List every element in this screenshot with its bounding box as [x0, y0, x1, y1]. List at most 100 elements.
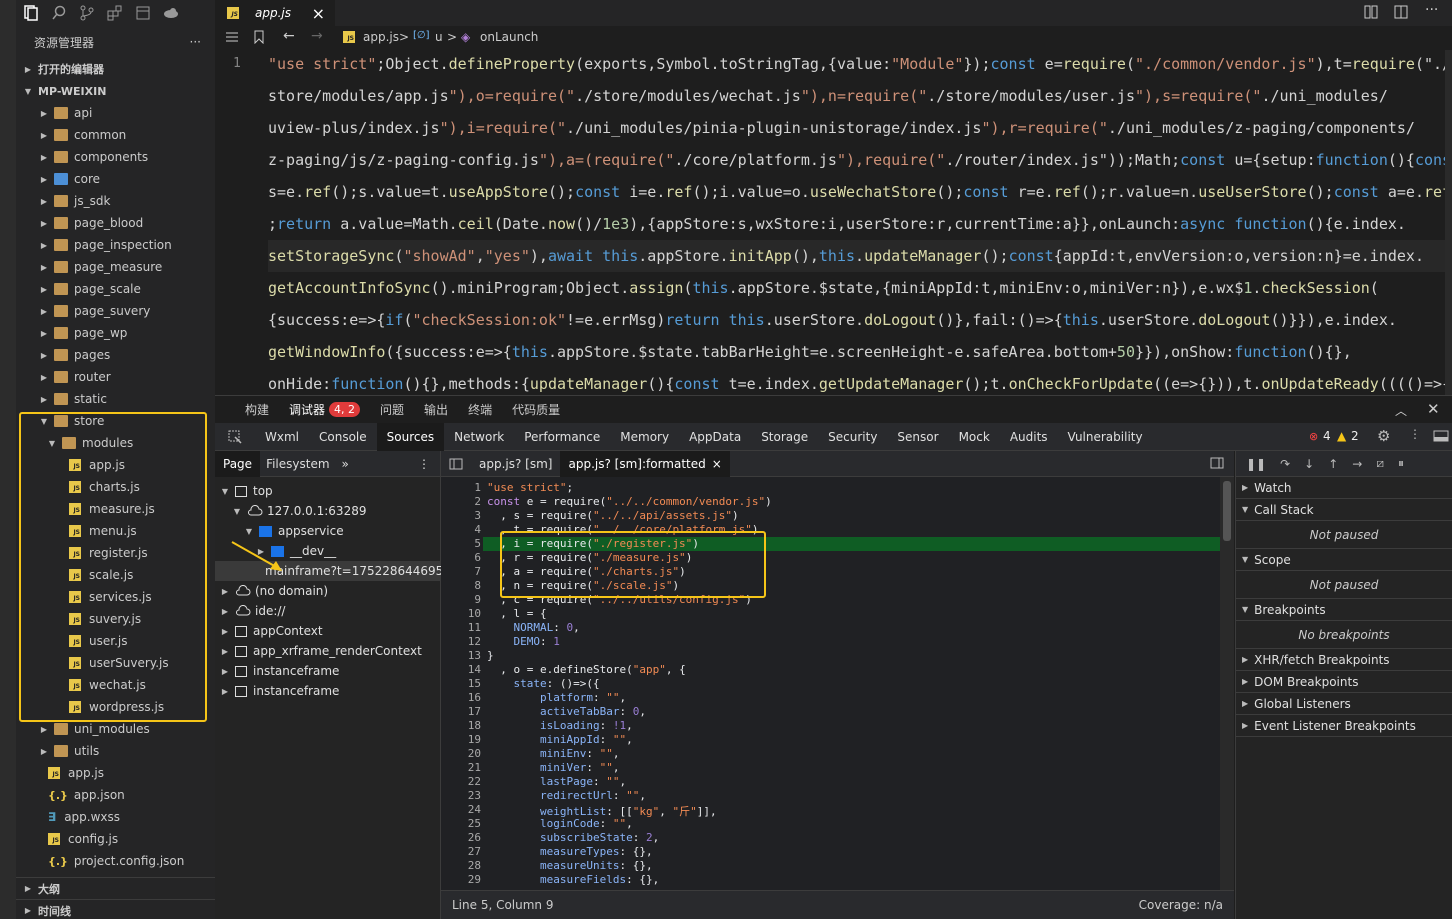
line-number[interactable]: 8 [441, 579, 481, 592]
breadcrumb-symbol-onlaunch[interactable]: onLaunch [480, 30, 538, 44]
source-tab-formatted[interactable]: app.js? [sm]:formatted × [560, 450, 730, 477]
line-number[interactable]: 7 [441, 565, 481, 578]
panel-tab-problems[interactable]: 问题 [370, 401, 414, 418]
deactivate-breakpoints-icon[interactable]: ⧄ [1376, 456, 1384, 471]
forward-arrow-icon[interactable]: → [311, 28, 323, 44]
navigator-item[interactable]: ▼ top [215, 481, 440, 501]
devtools-tab-network[interactable]: Network [444, 423, 514, 451]
line-number[interactable]: 18 [441, 719, 481, 732]
line-number[interactable]: 14 [441, 663, 481, 676]
line-number[interactable]: 15 [441, 677, 481, 690]
debugger-section-scope[interactable]: ▼ Scope [1236, 549, 1452, 571]
tree-folder-utils[interactable]: ▶ utils [16, 740, 215, 762]
inspect-element-icon[interactable] [215, 430, 255, 444]
breadcrumb-file[interactable]: app.js [363, 30, 399, 44]
line-number[interactable]: 17 [441, 705, 481, 718]
devtools-tab-memory[interactable]: Memory [610, 423, 679, 451]
tree-folder-pages[interactable]: ▶ pages [16, 344, 215, 366]
devtools-tab-vulnerability[interactable]: Vulnerability [1058, 423, 1153, 451]
line-number[interactable]: 20 [441, 747, 481, 760]
more-actions-icon[interactable]: ··· [190, 35, 201, 49]
tree-folder-page-scale[interactable]: ▶ page_scale [16, 278, 215, 300]
tree-file-app-wxss[interactable]: ∃ app.wxss [16, 806, 215, 828]
navigator-item[interactable]: ▶ app_xrframe_renderContext [215, 641, 440, 661]
more-tabs-icon[interactable]: » [336, 457, 355, 471]
tree-folder-components[interactable]: ▶ components [16, 146, 215, 168]
navigator-tab-filesystem[interactable]: Filesystem [260, 457, 335, 471]
devtools-tab-storage[interactable]: Storage [751, 423, 818, 451]
timeline-header[interactable]: ▶ 时间线 [16, 899, 215, 919]
tree-file-app-js[interactable]: JS app.js [16, 762, 215, 784]
open-editors-header[interactable]: ▶ 打开的编辑器 [16, 58, 215, 80]
more-actions-icon[interactable]: ··· [1425, 2, 1438, 18]
panel-tab-terminal[interactable]: 终端 [458, 401, 502, 418]
line-number[interactable]: 5 [441, 537, 481, 550]
panel-tab-debugger[interactable]: 调试器 4, 2 [279, 401, 370, 418]
navigator-item[interactable]: ▼ appservice [215, 521, 440, 541]
line-number[interactable]: 9 [441, 593, 481, 606]
navigator-item[interactable]: ▶ instanceframe [215, 681, 440, 701]
search-icon[interactable] [50, 4, 68, 22]
more-vertical-icon[interactable]: ⋮ [418, 457, 430, 471]
tree-folder-core[interactable]: ▶ core [16, 168, 215, 190]
line-number[interactable]: 2 [441, 495, 481, 508]
debugger-section-event-listener-breakpoints[interactable]: ▶ Event Listener Breakpoints [1236, 715, 1452, 737]
debugger-section-global-listeners[interactable]: ▶ Global Listeners [1236, 693, 1452, 715]
toggle-navigator-icon[interactable] [441, 458, 471, 470]
line-number[interactable]: 10 [441, 607, 481, 620]
error-count[interactable]: 4 [1323, 429, 1331, 443]
navigator-item[interactable]: ▶ appContext [215, 621, 440, 641]
devtools-tab-security[interactable]: Security [818, 423, 887, 451]
line-number[interactable]: 21 [441, 761, 481, 774]
panel-tab-output[interactable]: 输出 [414, 401, 458, 418]
line-number[interactable]: 23 [441, 789, 481, 802]
pause-on-exceptions-icon[interactable]: ⏸ [1398, 456, 1404, 471]
devtools-tab-performance[interactable]: Performance [514, 423, 610, 451]
step-icon[interactable]: → [1352, 457, 1362, 471]
tree-folder-page-inspection[interactable]: ▶ page_inspection [16, 234, 215, 256]
line-number[interactable]: 22 [441, 775, 481, 788]
tree-folder-api[interactable]: ▶ api [16, 102, 215, 124]
panel-tab-code-quality[interactable]: 代码质量 [502, 401, 570, 418]
line-number[interactable]: 12 [441, 635, 481, 648]
bookmark-icon[interactable] [253, 30, 265, 47]
navigator-item[interactable]: ▶ (no domain) [215, 581, 440, 601]
line-number[interactable]: 29 [441, 873, 481, 886]
devtools-tab-mock[interactable]: Mock [949, 423, 1000, 451]
debugger-section-dom-breakpoints[interactable]: ▶ DOM Breakpoints [1236, 671, 1452, 693]
debugger-section-breakpoints[interactable]: ▼ Breakpoints [1236, 599, 1452, 621]
chevron-up-icon[interactable]: ︿ [1395, 402, 1407, 419]
back-arrow-icon[interactable]: ← [283, 28, 295, 44]
cloud-icon[interactable] [162, 4, 180, 22]
extensions-icon[interactable] [106, 4, 124, 22]
line-number[interactable]: 11 [441, 621, 481, 634]
tree-folder-page-suvery[interactable]: ▶ page_suvery [16, 300, 215, 322]
tab-app-js[interactable]: JS app.js × [215, 0, 335, 26]
step-into-icon[interactable]: ↓ [1304, 457, 1314, 471]
step-out-icon[interactable]: ↑ [1328, 457, 1338, 471]
source-scrollbar[interactable] [1220, 477, 1234, 890]
code-editor[interactable]: 1 "use strict";Object.defineProperty(exp… [215, 50, 1452, 395]
devtools-tab-appdata[interactable]: AppData [679, 423, 751, 451]
step-over-icon[interactable]: ↷ [1280, 457, 1290, 471]
debugger-section-watch[interactable]: ▶ Watch [1236, 477, 1452, 499]
source-control-icon[interactable] [78, 4, 96, 22]
navigator-item[interactable]: ▶ instanceframe [215, 661, 440, 681]
tree-folder-page-measure[interactable]: ▶ page_measure [16, 256, 215, 278]
devtools-tab-audits[interactable]: Audits [1000, 423, 1058, 451]
tree-folder-static[interactable]: ▶ static [16, 388, 215, 410]
panel-tab-build[interactable]: 构建 [235, 401, 279, 418]
pause-icon[interactable]: ❚❚ [1246, 457, 1266, 471]
line-number[interactable]: 27 [441, 845, 481, 858]
navigator-item[interactable]: ▼ 127.0.0.1:63289 [215, 501, 440, 521]
compare-icon[interactable] [1363, 4, 1379, 23]
settings-gear-icon[interactable]: ⚙ [1377, 427, 1390, 445]
tree-file-config-js[interactable]: JS config.js [16, 828, 215, 850]
tree-folder-page-wp[interactable]: ▶ page_wp [16, 322, 215, 344]
editor-scrollbar[interactable] [1445, 50, 1452, 395]
warning-count[interactable]: 2 [1351, 429, 1359, 443]
tree-folder-page-blood[interactable]: ▶ page_blood [16, 212, 215, 234]
more-vertical-icon[interactable]: ⋮ [1409, 427, 1421, 441]
line-number[interactable]: 19 [441, 733, 481, 746]
dock-icon[interactable] [1433, 429, 1449, 446]
